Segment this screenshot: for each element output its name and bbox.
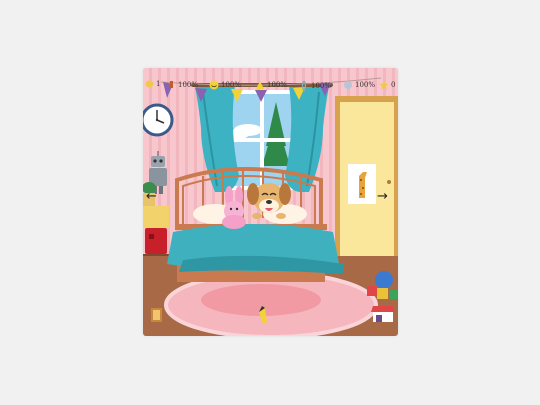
book-icon[interactable] bbox=[151, 308, 162, 322]
bunny-plush bbox=[222, 186, 246, 229]
energy-stat[interactable]: 100% bbox=[255, 80, 287, 90]
coins-value: 1 bbox=[156, 80, 161, 88]
clock-icon bbox=[143, 103, 174, 137]
shop-icon[interactable] bbox=[371, 306, 395, 322]
hunger-stat[interactable]: 100% bbox=[167, 80, 198, 89]
happiness-stat[interactable]: 100% bbox=[209, 80, 241, 90]
energy-value: 100% bbox=[267, 81, 288, 89]
health-stat[interactable]: 100% bbox=[343, 80, 375, 90]
hunger-value: 100% bbox=[178, 80, 199, 89]
giraffe-poster-icon bbox=[348, 164, 376, 204]
prev-room-arrow[interactable]: ← bbox=[146, 190, 157, 203]
star-icon bbox=[379, 80, 389, 90]
next-room-arrow[interactable]: → bbox=[377, 190, 388, 203]
hygiene-value: 100% bbox=[311, 82, 332, 90]
coins-stat: 1 bbox=[145, 80, 160, 88]
health-icon bbox=[344, 81, 352, 89]
toy-blocks-icon[interactable] bbox=[367, 271, 398, 299]
shelf bbox=[143, 206, 169, 228]
stars-value: 0 bbox=[391, 81, 396, 89]
hygiene-stat[interactable]: 100% bbox=[299, 80, 331, 92]
coin-icon bbox=[145, 80, 154, 88]
hunger-icon bbox=[170, 81, 173, 88]
room-scene bbox=[143, 83, 398, 336]
stars-stat: 0 bbox=[379, 80, 395, 90]
happiness-value: 100% bbox=[221, 81, 242, 89]
game-room: 1 100% 100% 100% 100% 100% 0 ← → bbox=[143, 68, 398, 336]
hud: 1 100% 100% 100% 100% 100% 0 bbox=[143, 72, 398, 102]
toy-chest bbox=[145, 228, 167, 254]
health-value: 100% bbox=[355, 81, 376, 89]
happy-icon bbox=[209, 80, 219, 90]
energy-icon bbox=[256, 81, 264, 89]
hygiene-icon bbox=[301, 80, 307, 92]
